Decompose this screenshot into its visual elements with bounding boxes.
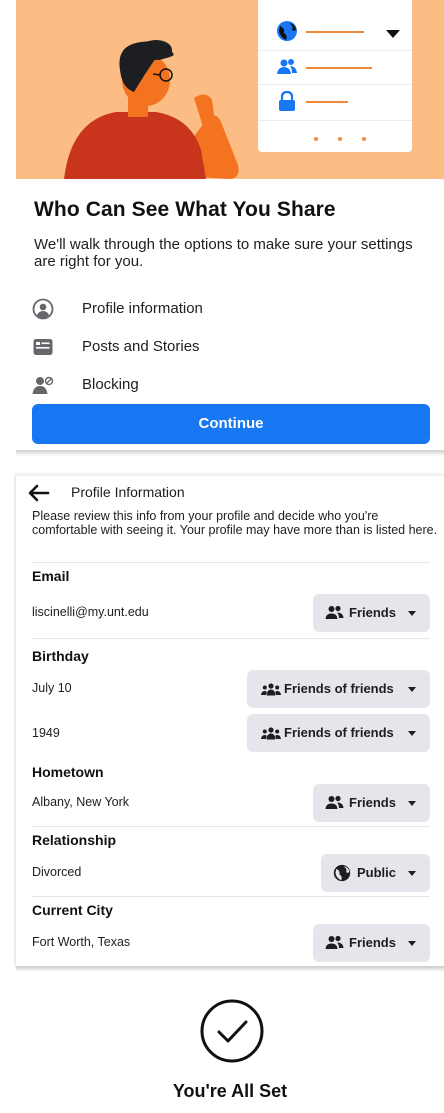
divider [32, 638, 430, 639]
dropdown-caret-icon [408, 801, 416, 806]
hero-illustration [16, 0, 444, 179]
globe-icon [277, 21, 297, 41]
chevron-down-icon [386, 30, 400, 38]
dropdown-caret-icon [408, 731, 416, 736]
back-arrow-icon[interactable] [28, 484, 50, 502]
audience-label: Friends [349, 605, 396, 620]
birthday-year-audience-button[interactable]: Friends of friends [247, 714, 430, 752]
friends-of-friends-icon [261, 683, 281, 696]
relationship-audience-button[interactable]: Public [321, 854, 430, 892]
section-heading-relationship: Relationship [32, 832, 117, 848]
completion-panel: You're All Set [16, 990, 444, 1113]
divider [32, 896, 430, 897]
current-city-value: Fort Worth, Texas [32, 935, 131, 949]
page-title: Who Can See What You Share [34, 198, 336, 221]
email-value: liscinelli@my.unt.edu [32, 605, 149, 619]
card-row-only-me [276, 90, 406, 112]
privacy-checkup-intro: Who Can See What You Share We'll walk th… [16, 0, 444, 450]
continue-button[interactable]: Continue [32, 404, 430, 444]
friends-icon [325, 935, 344, 949]
birthday-day-value: July 10 [32, 681, 72, 695]
option-label: Blocking [82, 376, 139, 393]
card-row-friends [276, 56, 406, 78]
option-profile-information: Profile information [32, 297, 392, 321]
friends-of-friends-icon [261, 727, 281, 740]
globe-icon [333, 864, 351, 882]
hometown-audience-button[interactable]: Friends [313, 784, 430, 822]
dropdown-caret-icon [408, 941, 416, 946]
relationship-value: Divorced [32, 865, 82, 879]
audience-label: Public [357, 865, 397, 880]
completion-title: You're All Set [172, 1081, 288, 1101]
dropdown-caret-icon [408, 611, 416, 616]
checkmark-circle-icon [200, 999, 264, 1063]
panel-description: Please review this info from your profil… [32, 509, 438, 537]
audience-label: Friends [349, 935, 396, 950]
section-heading-birthday: Birthday [32, 648, 89, 664]
audience-label: Friends of friends [284, 681, 394, 696]
posts-icon [33, 339, 53, 355]
hometown-value: Albany, New York [32, 795, 130, 809]
birthday-year-value: 1949 [32, 726, 60, 740]
panel-title: Profile Information [71, 484, 185, 500]
profile-information-panel: Profile Information Please review this i… [16, 474, 444, 966]
section-heading-email: Email [32, 568, 70, 584]
birthday-day-audience-button[interactable]: Friends of friends [247, 670, 430, 708]
friends-icon [325, 605, 344, 619]
friends-icon [277, 59, 297, 74]
section-heading-hometown: Hometown [32, 764, 104, 780]
intro-description: We'll walk through the options to make s… [34, 236, 413, 270]
dropdown-caret-icon [408, 687, 416, 692]
audience-selector-card [258, 0, 412, 152]
audience-label: Friends of friends [284, 725, 394, 740]
current-city-audience-button[interactable]: Friends [313, 924, 430, 962]
blocking-icon [32, 376, 54, 394]
dropdown-caret-icon [408, 871, 416, 876]
person-circle-icon [32, 298, 54, 320]
section-heading-current-city: Current City [32, 902, 113, 918]
option-label: Profile information [82, 300, 203, 317]
divider [32, 562, 430, 563]
divider [32, 826, 430, 827]
audience-label: Friends [349, 795, 396, 810]
option-blocking: Blocking [32, 373, 392, 397]
friends-icon [325, 795, 344, 809]
email-audience-button[interactable]: Friends [313, 594, 430, 632]
more-dots-icon [314, 128, 386, 146]
lock-icon [279, 90, 295, 111]
option-posts-and-stories: Posts and Stories [32, 335, 392, 359]
option-label: Posts and Stories [82, 338, 200, 355]
